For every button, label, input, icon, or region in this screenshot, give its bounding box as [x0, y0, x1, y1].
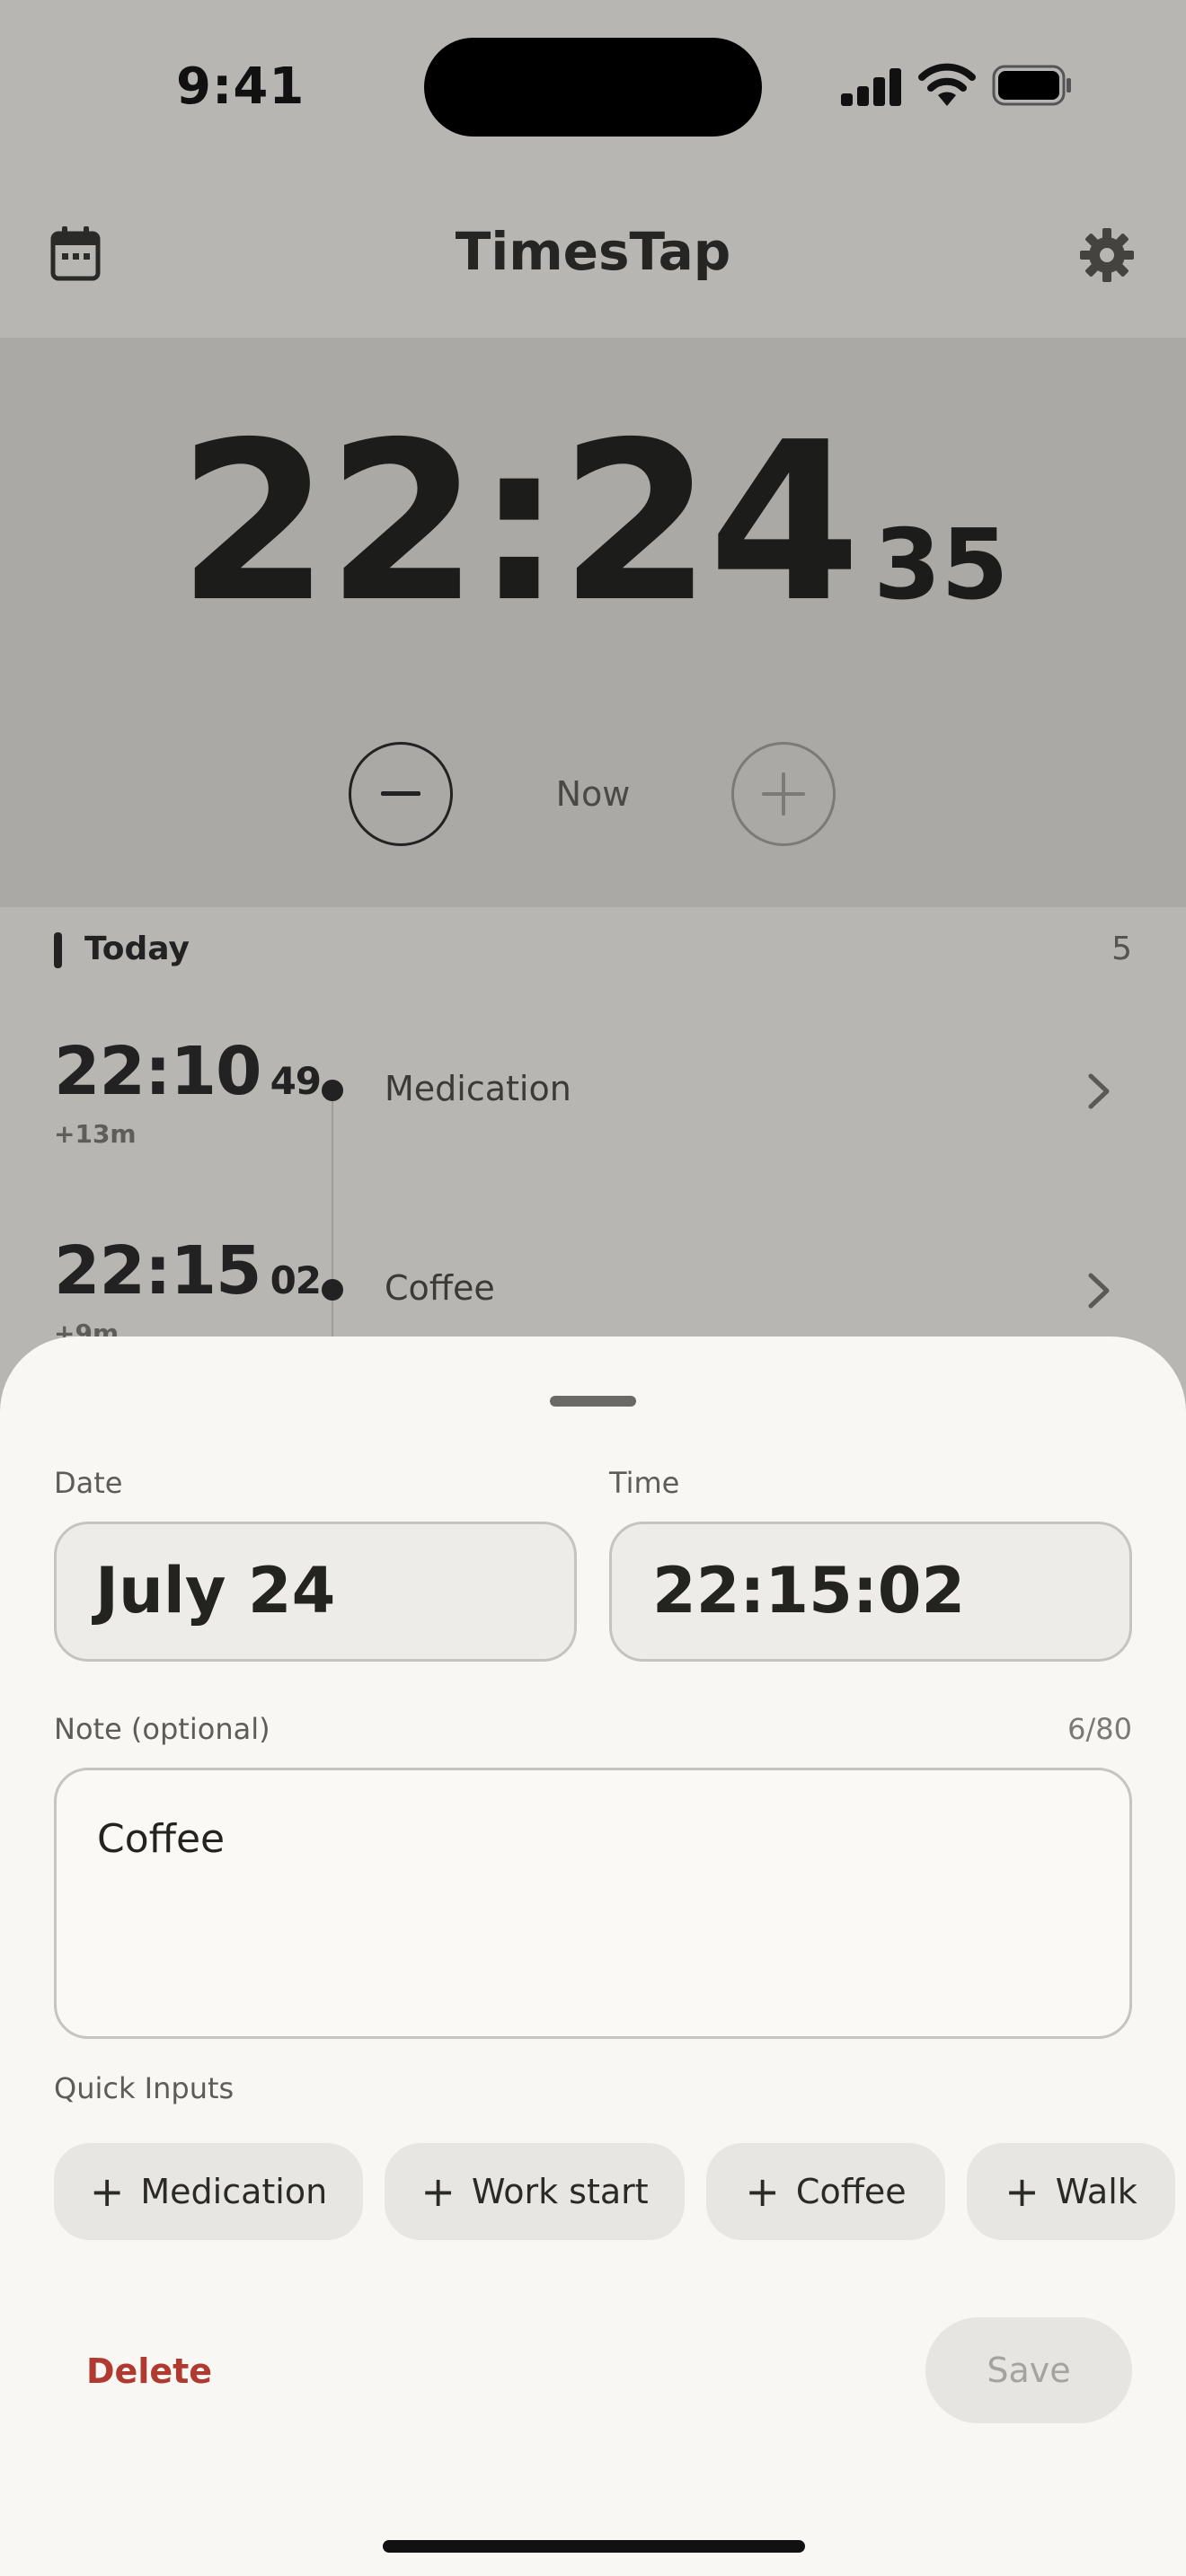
note-label: Note (optional) — [54, 1712, 270, 1746]
chevron-right-icon[interactable] — [1084, 1071, 1114, 1112]
plus-icon: + — [1005, 2167, 1040, 2216]
entry-time[interactable]: 22:15 02 — [54, 1232, 322, 1310]
clock-hours-minutes: 22:24 — [177, 395, 862, 650]
dynamic-island — [424, 38, 762, 137]
entry-delta: +13m — [54, 1119, 137, 1149]
wifi-icon — [918, 63, 976, 106]
note-input[interactable] — [54, 1768, 1132, 2039]
chip-label: Work start — [471, 2172, 649, 2211]
chevron-right-icon[interactable] — [1084, 1270, 1114, 1311]
now-button[interactable]: Now — [503, 774, 683, 814]
sheet-grabber[interactable] — [550, 1396, 636, 1407]
date-value: July 24 — [95, 1554, 336, 1628]
battery-icon — [992, 65, 1071, 106]
time-label: Time — [609, 1466, 680, 1500]
delete-button[interactable]: Delete — [86, 2351, 212, 2391]
app-title: TimesTap — [455, 221, 731, 282]
clock-seconds: 35 — [873, 509, 1009, 622]
home-indicator — [383, 2540, 805, 2553]
plus-icon: + — [89, 2167, 125, 2216]
quick-inputs-label: Quick Inputs — [54, 2071, 235, 2105]
time-value: 22:15:02 — [652, 1554, 966, 1628]
decrement-button[interactable] — [349, 742, 453, 846]
gear-icon[interactable] — [1078, 226, 1136, 284]
signal-icon — [841, 68, 902, 106]
section-marker — [54, 932, 62, 968]
entry-time[interactable]: 22:10 49 — [54, 1033, 322, 1110]
status-time: 9:41 — [176, 57, 305, 116]
plus-icon: + — [745, 2167, 780, 2216]
entry-label[interactable]: Coffee — [385, 1268, 495, 1308]
note-input-text: Coffee — [97, 1816, 226, 1862]
note-char-counter: 6/80 — [1067, 1712, 1132, 1746]
entry-time-seconds: 49 — [270, 1059, 322, 1103]
entry-time-seconds: 02 — [270, 1258, 322, 1302]
current-time: 22:24 35 — [0, 413, 1186, 632]
timeline-dot — [322, 1080, 343, 1101]
timeline-dot — [322, 1279, 343, 1301]
quick-input-chip[interactable]: + Walk — [967, 2143, 1175, 2240]
quick-input-chip[interactable]: + Medication — [54, 2143, 363, 2240]
plus-icon — [762, 772, 805, 816]
entry-time-hm: 22:15 — [54, 1232, 262, 1310]
section-title-today: Today — [84, 931, 190, 967]
save-button[interactable]: Save — [925, 2317, 1132, 2423]
date-label: Date — [54, 1466, 123, 1500]
entry-label[interactable]: Medication — [385, 1069, 571, 1108]
chip-label: Coffee — [795, 2172, 907, 2211]
increment-button[interactable] — [731, 742, 836, 846]
quick-input-chip[interactable]: + Coffee — [706, 2143, 945, 2240]
timeline-line — [332, 1090, 333, 1360]
chip-label: Walk — [1055, 2172, 1137, 2211]
plus-icon: + — [420, 2167, 456, 2216]
entry-count: 5 — [1111, 931, 1132, 967]
minus-icon — [381, 791, 420, 796]
entry-time-hm: 22:10 — [54, 1033, 262, 1110]
chip-label: Medication — [140, 2172, 328, 2211]
quick-input-chip[interactable]: + Work start — [385, 2143, 685, 2240]
